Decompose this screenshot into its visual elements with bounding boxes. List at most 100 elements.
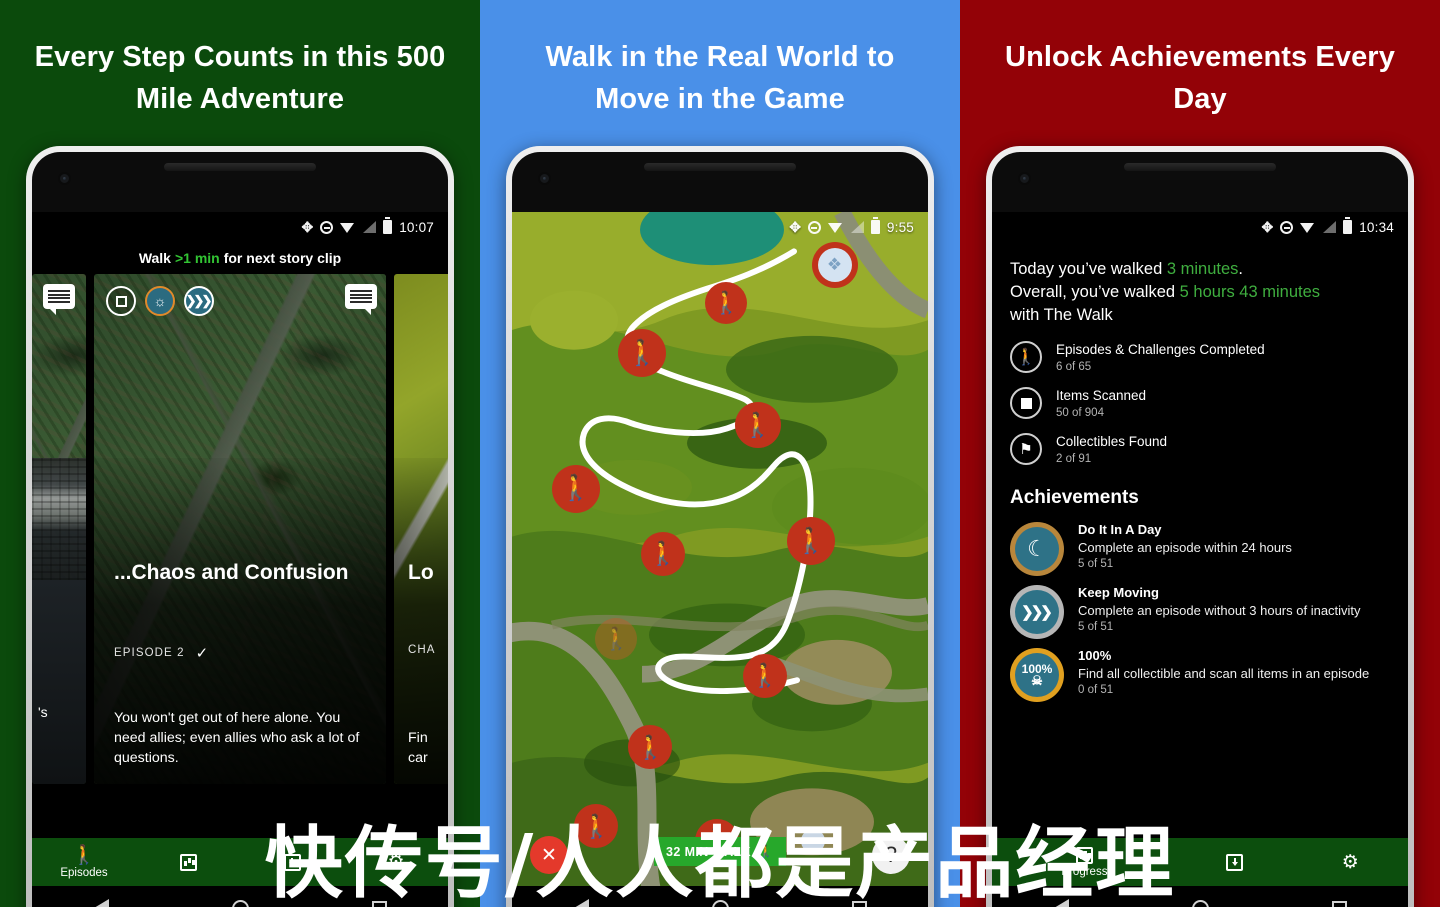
achievement-row[interactable]: ❯❯❯ Keep Moving Complete an episode with… xyxy=(992,576,1408,639)
achievement-description: Complete an episode within 24 hours xyxy=(1078,540,1292,555)
status-bar-2: ✥ 9:55 xyxy=(512,212,928,242)
tab-downloads[interactable] xyxy=(240,853,344,871)
wifi-icon xyxy=(340,222,355,233)
summary-line-1-post: . xyxy=(1238,260,1243,278)
walk-duration-button[interactable]: 32 MIN WALK 🚶 xyxy=(654,837,786,866)
map-marker-locked[interactable]: 🚶 xyxy=(595,617,638,660)
nav-recents-icon[interactable] xyxy=(1331,900,1347,907)
phone-bezel-1: ✥ 10:07 Walk >1 min for next story clip xyxy=(32,152,448,907)
bottom-tab-bar-3[interactable]: Progress ⚙ xyxy=(992,838,1408,886)
tab-progress[interactable] xyxy=(136,853,240,871)
episode-description-next: Fin car xyxy=(408,730,428,766)
gear-icon: ⚙ xyxy=(1341,851,1359,873)
android-nav-bar-1[interactable] xyxy=(32,886,448,907)
sun-moon-icon[interactable]: ☼ xyxy=(145,286,175,316)
episode-description: You won't get out of here alone. You nee… xyxy=(114,710,360,766)
stat-row-episodes: 🚶 Episodes & Challenges Completed 6 of 6… xyxy=(1010,341,1390,373)
signal-icon xyxy=(850,221,864,233)
achievement-description: Find all collectible and scan all items … xyxy=(1078,666,1370,681)
do-not-disturb-icon xyxy=(320,220,334,234)
nav-recents-icon[interactable] xyxy=(371,900,387,907)
achievement-title: Do It In A Day xyxy=(1078,522,1162,537)
map-marker[interactable]: 🚶 xyxy=(786,517,835,566)
summary-line-3: with The Walk xyxy=(1010,306,1113,324)
map-marker[interactable]: 🚶 xyxy=(734,402,781,449)
help-button[interactable]: ? xyxy=(872,836,910,874)
wifi-icon xyxy=(827,222,843,233)
nav-home-icon[interactable] xyxy=(711,899,729,907)
download-icon xyxy=(283,853,301,871)
close-button[interactable]: ✕ xyxy=(530,836,568,874)
episode-card-current[interactable]: ☼ ❯❯❯ ...Chaos and Confusion EPISODE 2 ✓ xyxy=(94,274,386,784)
map-marker[interactable]: 🚶 xyxy=(551,464,600,513)
chat-bubble-icon-right[interactable] xyxy=(345,284,377,315)
status-time: 10:07 xyxy=(399,219,434,235)
walk-prompt-highlight: >1 min xyxy=(174,250,220,266)
stat-name: Episodes & Challenges Completed xyxy=(1056,342,1265,357)
chevrons-icon[interactable]: ❯❯❯ xyxy=(184,286,214,316)
episode-card-previous[interactable]: 's xyxy=(32,274,86,784)
tab-settings[interactable]: ⚙ xyxy=(1292,838,1408,886)
game-map[interactable]: ❖ 🚶 🚶 🚶 🚶 🚶 🚶 🚶 🚶 🚶 🚶 🚶 xyxy=(512,212,928,907)
achievement-row[interactable]: ☾ Do It In A Day Complete an episode wit… xyxy=(992,513,1408,576)
panel-3-headline: Unlock Achievements Every Day xyxy=(1005,41,1395,115)
left-text-fragment: 's xyxy=(38,704,48,720)
gear-icon: ⚙ xyxy=(387,851,405,873)
scan-square-icon xyxy=(1010,387,1042,419)
tab-progress-label: Progress xyxy=(1061,865,1108,878)
walking-person-icon: 🚶 xyxy=(758,844,774,858)
status-time: 9:55 xyxy=(886,219,914,235)
nav-back-icon[interactable] xyxy=(1053,899,1069,907)
tab-progress[interactable]: Progress xyxy=(992,838,1177,886)
walk-prompt: Walk >1 min for next story clip xyxy=(32,242,448,274)
phone-frame-2: ❖ 🚶 🚶 🚶 🚶 🚶 🚶 🚶 🚶 🚶 🚶 🚶 xyxy=(506,146,934,907)
phone-bezel-3: ✥ 10:34 Today you’ve walked 3 minutes. O… xyxy=(992,152,1408,907)
summary-line-1: Today you’ve walked 3 minutes. xyxy=(1010,258,1390,281)
nav-recents-icon[interactable] xyxy=(851,900,867,907)
earpiece-speaker-3 xyxy=(1124,163,1276,171)
nav-back-icon[interactable] xyxy=(93,899,109,907)
walk-prompt-pre: Walk xyxy=(138,250,171,266)
tab-settings[interactable]: ⚙ xyxy=(344,853,448,872)
nav-back-icon[interactable] xyxy=(573,899,589,907)
map-marker[interactable]: 🚶 xyxy=(618,329,667,378)
achievement-count: 5 of 51 xyxy=(1078,621,1114,633)
hundred-percent-medal-icon: 100% ☠ xyxy=(1010,648,1064,702)
episode-meta: EPISODE 2 ✓ xyxy=(114,644,209,662)
achievement-row[interactable]: 100% ☠ 100% Find all collectible and scan… xyxy=(992,639,1408,702)
nav-home-icon[interactable] xyxy=(231,899,249,907)
android-nav-bar-3[interactable] xyxy=(992,886,1408,907)
scan-icon[interactable] xyxy=(106,286,136,316)
walking-person-icon: 🚶 xyxy=(72,844,96,866)
tab-episodes[interactable]: 🚶 Episodes xyxy=(32,846,136,879)
tab-downloads[interactable] xyxy=(1177,838,1293,886)
status-bar-3: ✥ 10:34 xyxy=(992,212,1408,242)
compass-icon: ❖ xyxy=(817,248,852,283)
bottom-tab-bar-1[interactable]: 🚶 Episodes ⚙ xyxy=(32,838,448,886)
panel-map: Walk in the Real World to Move in the Ga… xyxy=(480,0,960,907)
chevrons-medal-icon: ❯❯❯ xyxy=(1010,585,1064,639)
do-not-disturb-icon xyxy=(807,220,821,234)
nav-home-icon[interactable] xyxy=(1191,899,1209,907)
card-action-pills[interactable]: ☼ ❯❯❯ xyxy=(106,286,214,316)
map-controls: ✕ ? 32 MIN WALK 🚶 xyxy=(512,830,928,874)
flag-icon: ⚑ xyxy=(1010,433,1042,465)
front-camera-2 xyxy=(538,172,551,185)
panel-achievements: Unlock Achievements Every Day ✥ 10:34 To… xyxy=(960,0,1440,907)
stat-value: 2 of 91 xyxy=(1056,453,1092,465)
episode-card-next[interactable]: Lo CHA Fin car xyxy=(394,274,448,784)
map-marker[interactable]: 🚶 xyxy=(640,531,685,576)
map-marker-start[interactable]: ❖ xyxy=(811,242,858,289)
battery-icon xyxy=(870,217,880,234)
episode-meta-next: CHA xyxy=(408,643,436,656)
summary-today-value: 3 minutes xyxy=(1166,260,1239,278)
phone-frame-1: ✥ 10:07 Walk >1 min for next story clip xyxy=(26,146,454,907)
status-time: 10:34 xyxy=(1359,219,1394,235)
stat-row-items: Items Scanned 50 of 904 xyxy=(1010,387,1390,419)
bar-chart-icon xyxy=(179,853,197,871)
map-marker[interactable]: 🚶 xyxy=(742,653,787,698)
bluetooth-icon: ✥ xyxy=(789,219,801,235)
chat-bubble-icon-left[interactable] xyxy=(43,284,75,315)
episode-carousel[interactable]: 's ☼ ❯❯❯ ...Chaos and Confusion EPISODE … xyxy=(32,274,448,886)
android-nav-bar-2[interactable] xyxy=(512,886,928,907)
